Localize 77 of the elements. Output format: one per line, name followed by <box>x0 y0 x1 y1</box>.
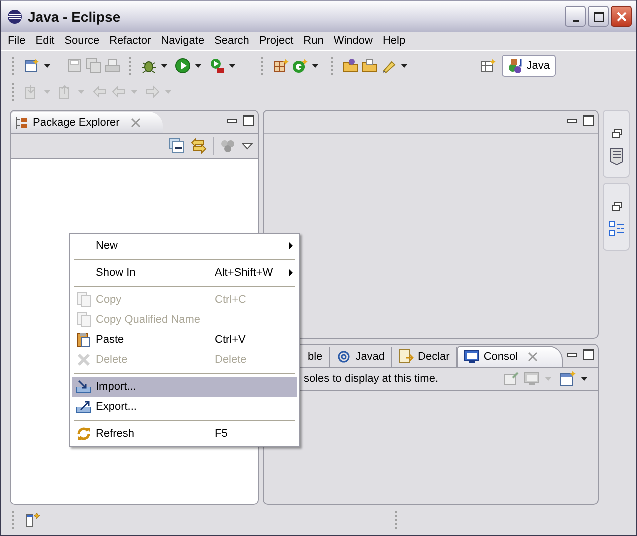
view-menu-icon[interactable] <box>242 142 253 150</box>
menu-item[interactable]: Paste Ctrl+V <box>72 330 297 350</box>
menu-item[interactable]: New <box>72 236 297 256</box>
menu-item[interactable]: Navigate <box>156 35 210 47</box>
eclipse-logo-icon <box>7 8 23 24</box>
export-icon <box>76 399 92 415</box>
caret-icon[interactable] <box>229 64 236 68</box>
menu-item[interactable]: Import... <box>72 377 297 397</box>
menu-item[interactable]: Project <box>254 35 299 47</box>
menu-item[interactable]: Refactor <box>104 35 156 47</box>
caret-icon[interactable] <box>44 64 51 68</box>
caret-icon[interactable] <box>581 377 588 381</box>
restore-icon[interactable] <box>612 129 622 138</box>
maximize-icon[interactable] <box>583 115 594 126</box>
outline-icon[interactable] <box>608 221 624 237</box>
tree-icon <box>16 116 28 130</box>
menu-item[interactable]: File <box>3 35 31 47</box>
view-tab[interactable]: Javad <box>330 347 392 367</box>
toolbar-grip[interactable] <box>261 57 265 75</box>
perspective-icon <box>508 58 524 74</box>
menu-item[interactable]: Help <box>378 35 411 47</box>
new-file-icon[interactable] <box>24 58 40 74</box>
java-perspective-button[interactable]: Java <box>502 55 556 77</box>
copy-icon <box>76 312 92 328</box>
folder-icon[interactable] <box>362 58 378 74</box>
menu-item[interactable]: Export... <box>72 397 297 417</box>
link-arrows-icon[interactable] <box>191 138 207 154</box>
cross-icon <box>76 352 92 368</box>
maximize-icon <box>592 10 604 22</box>
monitor-icon <box>464 349 480 365</box>
caret-icon[interactable] <box>312 64 319 68</box>
menu-item[interactable]: Window <box>328 35 378 47</box>
maximize-button[interactable] <box>588 6 609 27</box>
menu-item[interactable]: Run <box>298 35 329 47</box>
collapse-all-icon[interactable] <box>169 138 185 154</box>
caret-icon[interactable] <box>195 64 202 68</box>
view-tab[interactable]: Consol <box>456 346 564 367</box>
toolbar-grip[interactable] <box>395 511 399 529</box>
maximize-icon[interactable] <box>243 115 254 126</box>
menu-item[interactable]: Source <box>60 35 105 47</box>
menu-item[interactable]: Search <box>210 35 254 47</box>
open-perspective-icon[interactable] <box>480 58 496 74</box>
tab-label: Package Explorer <box>33 116 120 128</box>
package-explorer-tab[interactable]: Package Explorer <box>11 112 163 133</box>
menu-item[interactable]: Edit <box>30 35 60 47</box>
toolbar-grip[interactable] <box>12 511 16 529</box>
new-window-icon[interactable] <box>560 371 576 387</box>
document-icon <box>398 349 414 365</box>
save-icon[interactable] <box>67 58 83 74</box>
console-message: soles to display at this time. <box>304 373 439 385</box>
toolbar-grip[interactable] <box>331 57 335 75</box>
refresh-icon <box>76 426 92 442</box>
copy-icon <box>76 292 92 308</box>
close-button[interactable] <box>611 6 632 27</box>
maximize-icon[interactable] <box>583 349 594 360</box>
view-tab[interactable]: ble <box>302 347 330 367</box>
clipboard-icon <box>76 332 92 348</box>
document-icon[interactable] <box>610 148 624 166</box>
view-tab[interactable]: Declar <box>392 347 457 367</box>
minimize-button[interactable] <box>565 6 586 27</box>
play-icon[interactable] <box>175 58 191 74</box>
close-icon[interactable] <box>130 118 141 128</box>
folder-icon[interactable] <box>343 58 359 74</box>
close-icon <box>616 10 628 22</box>
import-icon <box>76 379 92 395</box>
grid-icon[interactable] <box>273 58 289 74</box>
window-title: Java - Eclipse <box>28 8 121 24</box>
menu-item[interactable]: Show In Alt+Shift+W <box>72 263 297 283</box>
menu-item[interactable]: Refresh F5 <box>72 424 297 444</box>
toolbar-grip[interactable] <box>129 57 133 75</box>
minimize-icon <box>572 20 578 22</box>
caret-icon[interactable] <box>161 64 168 68</box>
toolbar-grip[interactable] <box>12 83 16 101</box>
restore-icon[interactable] <box>612 202 622 211</box>
caret-icon[interactable] <box>401 64 408 68</box>
toolbar-grip[interactable] <box>12 57 16 75</box>
close-icon[interactable] <box>528 352 538 362</box>
